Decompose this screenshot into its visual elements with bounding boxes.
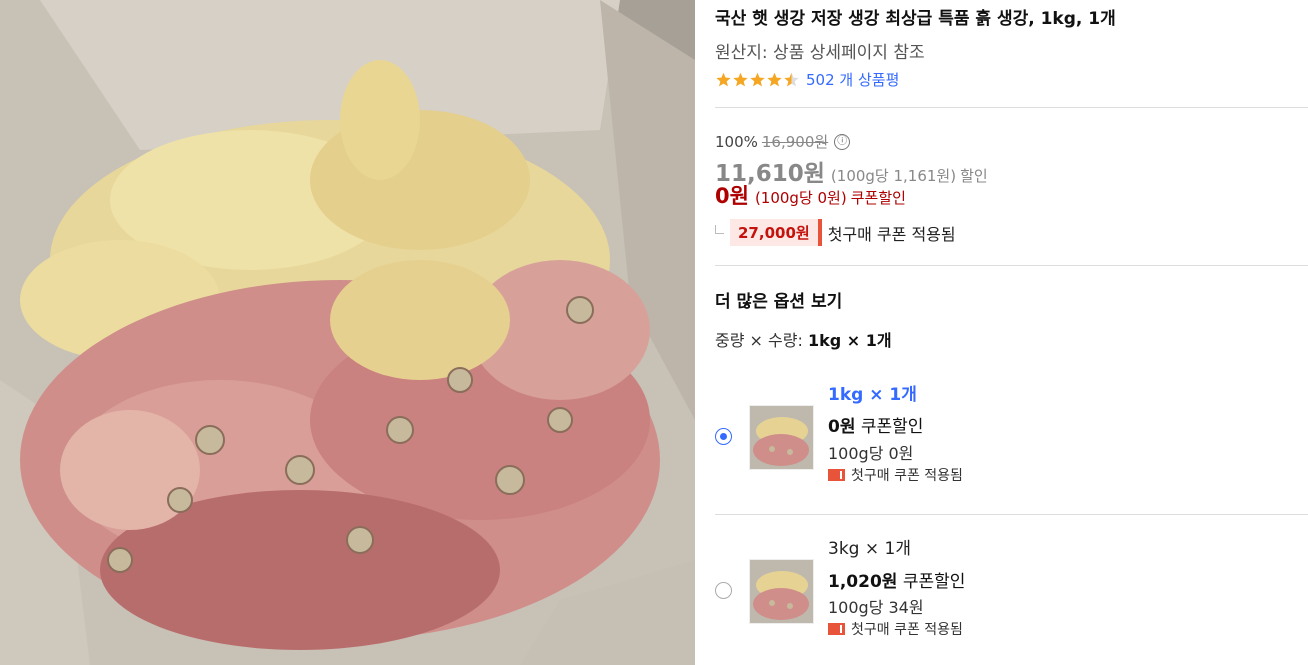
first-purchase-label: 첫구매 쿠폰 적용됨 — [827, 224, 956, 244]
option-name: 3kg × 1개 — [828, 539, 911, 559]
option-price: 1,020원 — [828, 572, 898, 592]
first-purchase-chip: 27,000원 — [730, 219, 822, 246]
ginger-thumbnail — [750, 560, 813, 623]
option-price: 0원 — [828, 417, 856, 437]
sale-tag: 할인 — [960, 167, 988, 185]
option-tag: 쿠폰할인 — [902, 572, 966, 592]
option-badge: 첫구매 쿠폰 적용됨 — [828, 619, 963, 639]
option-price-row: 1,020원 쿠폰할인 — [828, 567, 965, 592]
product-image[interactable] — [0, 0, 695, 665]
coupon-ticket-icon — [828, 623, 845, 635]
coupon-price: 0원 — [715, 184, 749, 208]
review-count-link[interactable]: 502 개 상품평 — [806, 69, 899, 90]
selected-option-summary: 중량 × 수량: 1kg × 1개 — [715, 327, 892, 351]
option-item[interactable]: 3kg × 1개 1,020원 쿠폰할인 100g당 34원 첫구매 쿠폰 적용… — [715, 530, 1308, 650]
coupon-unit-price: (100g당 0원) — [754, 189, 847, 207]
option-unit-price: 100g당 0원 — [828, 444, 914, 463]
option-badge-label: 첫구매 쿠폰 적용됨 — [851, 468, 963, 484]
option-tag: 쿠폰할인 — [860, 417, 924, 437]
product-title: 국산 햇 생강 저장 생강 최상급 특품 흙 생강, 1kg, 1개 — [715, 9, 1116, 29]
coupon-ticket-icon — [828, 469, 845, 481]
option-badge-label: 첫구매 쿠폰 적용됨 — [851, 622, 963, 638]
corner-icon — [715, 225, 724, 234]
option-item[interactable]: 1kg × 1개 0원 쿠폰할인 100g당 0원 첫구매 쿠폰 적용됨 — [715, 375, 1308, 495]
info-icon[interactable]: ⓘ — [834, 133, 851, 150]
qty-label: 중량 × 수량: — [715, 331, 808, 350]
option-price-row: 0원 쿠폰할인 — [828, 412, 923, 437]
star-rating — [715, 72, 800, 88]
option-unit-price: 100g당 34원 — [828, 598, 924, 617]
star-icon — [716, 72, 731, 86]
option-radio[interactable] — [715, 582, 732, 599]
star-icon — [733, 72, 748, 86]
divider — [715, 107, 1308, 108]
more-options-heading: 더 많은 옵션 보기 — [715, 292, 843, 312]
divider — [715, 265, 1308, 266]
option-thumbnail[interactable] — [749, 405, 814, 470]
star-icon — [750, 72, 765, 86]
option-thumbnail[interactable] — [749, 559, 814, 624]
first-purchase-row: 27,000원 첫구매 쿠폰 적용됨 — [715, 219, 956, 246]
discount-rate: 100% — [715, 132, 758, 151]
ginger-thumbnail — [750, 406, 813, 469]
origin-text: 원산지: 상품 상세페이지 참조 — [715, 43, 925, 63]
divider — [715, 514, 1308, 515]
option-name: 1kg × 1개 — [828, 385, 917, 405]
ginger-photo — [0, 0, 695, 665]
option-badge: 첫구매 쿠폰 적용됨 — [828, 465, 963, 485]
star-icon — [767, 72, 782, 86]
original-price: 16,900원 — [761, 133, 829, 151]
coupon-price-row: 0원 (100g당 0원) 쿠폰할인 — [715, 180, 906, 210]
product-detail-panel: 국산 햇 생강 저장 생강 최상급 특품 흙 생강, 1kg, 1개 원산지: … — [715, 0, 1308, 665]
coupon-tag: 쿠폰할인 — [850, 189, 906, 207]
option-radio[interactable] — [715, 428, 732, 445]
half-star-icon — [784, 72, 799, 86]
qty-value: 1kg × 1개 — [807, 331, 892, 350]
rating-row[interactable]: 502 개 상품평 — [715, 69, 899, 90]
original-price-row: 100% 16,900원 ⓘ — [715, 131, 851, 152]
